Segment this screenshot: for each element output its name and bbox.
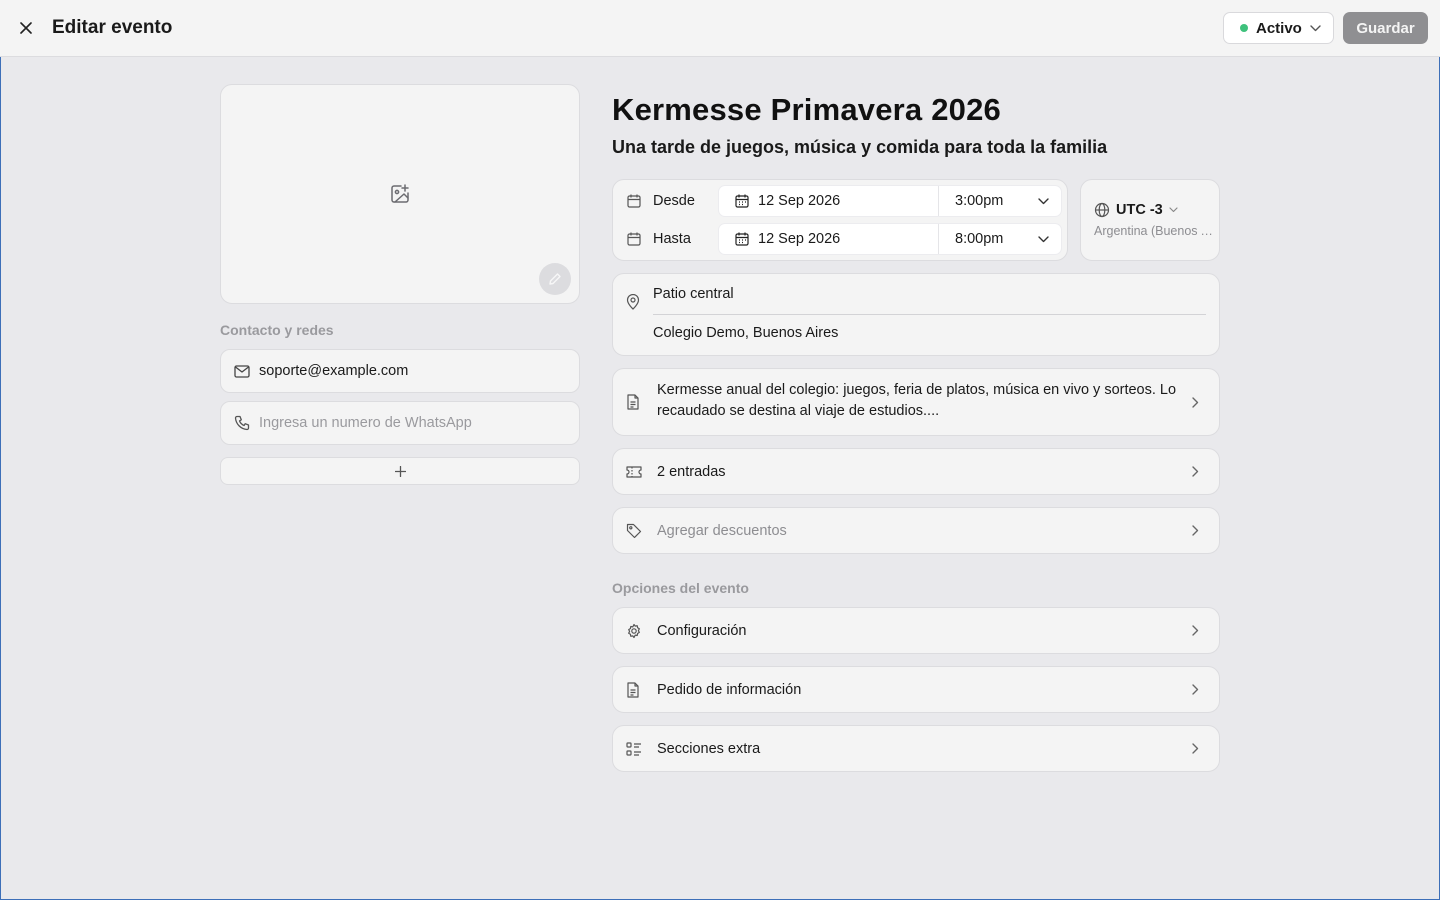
globe-icon xyxy=(1094,202,1110,218)
tickets-label: 2 entradas xyxy=(657,463,726,480)
event-image-upload[interactable] xyxy=(220,84,580,304)
from-datetime-input: 12 Sep 2026 3:00pm xyxy=(718,185,1062,217)
phone-icon xyxy=(234,415,250,431)
chevron-right-icon xyxy=(1192,625,1199,636)
whatsapp-placeholder: Ingresa un numero de WhatsApp xyxy=(259,415,472,431)
status-dot xyxy=(1240,24,1248,32)
to-time-value: 8:00pm xyxy=(955,231,1004,247)
chevron-down-icon xyxy=(1169,207,1178,213)
add-contact-button[interactable] xyxy=(220,457,580,485)
event-subtitle[interactable]: Una tarde de juegos, música y comida par… xyxy=(612,137,1107,158)
from-date-value: 12 Sep 2026 xyxy=(758,193,841,209)
chevron-right-icon xyxy=(1192,684,1199,695)
options-section-label: Opciones del evento xyxy=(612,580,749,596)
map-pin-icon xyxy=(626,294,640,310)
chevron-right-icon xyxy=(1192,743,1199,754)
timezone-value: UTC -3 xyxy=(1116,202,1163,218)
timezone-region: Argentina (Buenos Aires) xyxy=(1094,224,1214,238)
plus-icon xyxy=(394,465,406,477)
options-item-label: Configuración xyxy=(657,622,747,639)
options-item-configuracion[interactable]: Configuración xyxy=(612,607,1220,654)
contact-section-label: Contacto y redes xyxy=(220,322,334,338)
close-button[interactable] xyxy=(16,18,36,38)
options-item-secciones-extra[interactable]: Secciones extra xyxy=(612,725,1220,772)
to-time-select[interactable]: 8:00pm xyxy=(939,224,1061,254)
description-text: Kermesse anual del colegio: juegos, feri… xyxy=(657,382,1177,419)
from-time-select[interactable]: 3:00pm xyxy=(939,186,1061,216)
to-label: Hasta xyxy=(653,231,691,247)
to-datetime-input: 12 Sep 2026 8:00pm xyxy=(718,223,1062,255)
chevron-right-icon xyxy=(1192,525,1199,536)
close-icon xyxy=(20,22,32,34)
chevron-down-icon xyxy=(1310,24,1321,31)
from-date-input[interactable]: 12 Sep 2026 xyxy=(719,186,939,216)
ticket-icon xyxy=(626,465,642,478)
top-bar: Editar evento Activo Guardar xyxy=(0,0,1440,57)
calendar-icon xyxy=(627,232,641,246)
calendar-icon xyxy=(735,194,749,208)
add-image-icon xyxy=(391,184,409,203)
status-dropdown[interactable]: Activo xyxy=(1223,12,1334,44)
calendar-icon xyxy=(627,194,641,208)
whatsapp-field[interactable]: Ingresa un numero de WhatsApp xyxy=(220,401,580,445)
location-name-input[interactable]: Patio central xyxy=(653,286,734,302)
discounts-row[interactable]: Agregar descuentos xyxy=(612,507,1220,554)
location-address-input[interactable]: Colegio Demo, Buenos Aires xyxy=(653,325,838,341)
options-item-label: Pedido de información xyxy=(657,681,802,698)
chevron-down-icon xyxy=(1038,197,1049,204)
location-card: Patio central Colegio Demo, Buenos Aires xyxy=(612,273,1220,356)
email-value: soporte@example.com xyxy=(259,363,409,379)
timezone-row: UTC -3 xyxy=(1094,202,1178,218)
document-icon xyxy=(627,394,639,410)
date-range-card: Desde 12 Sep 2026 3:00pm Hasta 12 Sep 20… xyxy=(612,179,1068,261)
from-time-value: 3:00pm xyxy=(955,193,1004,209)
status-label: Activo xyxy=(1256,19,1302,37)
to-date-value: 12 Sep 2026 xyxy=(758,231,841,247)
calendar-icon xyxy=(735,232,749,246)
email-field[interactable]: soporte@example.com xyxy=(220,349,580,393)
edit-image-button[interactable] xyxy=(539,263,571,295)
chevron-right-icon xyxy=(1192,466,1199,477)
save-button[interactable]: Guardar xyxy=(1343,12,1428,44)
page-title: Editar evento xyxy=(52,17,173,38)
options-item-pedido-informacion[interactable]: Pedido de información xyxy=(612,666,1220,713)
gear-icon xyxy=(628,623,640,638)
options-item-label: Secciones extra xyxy=(657,740,761,757)
from-row-label: Desde xyxy=(627,193,695,209)
chevron-right-icon xyxy=(1192,396,1199,408)
location-divider xyxy=(653,314,1206,315)
tickets-row[interactable]: 2 entradas xyxy=(612,448,1220,495)
tag-icon xyxy=(626,523,642,538)
chevron-down-icon xyxy=(1038,235,1049,242)
event-title[interactable]: Kermesse Primavera 2026 xyxy=(612,92,1001,128)
to-date-input[interactable]: 12 Sep 2026 xyxy=(719,224,939,254)
document-icon xyxy=(627,681,639,698)
list-icon xyxy=(626,741,641,756)
from-label: Desde xyxy=(653,193,695,209)
description-row[interactable]: Kermesse anual del colegio: juegos, feri… xyxy=(612,368,1220,436)
mail-icon xyxy=(234,364,250,378)
pencil-icon xyxy=(549,273,561,285)
discounts-placeholder: Agregar descuentos xyxy=(657,522,787,539)
to-row-label: Hasta xyxy=(627,231,691,247)
timezone-selector[interactable]: UTC -3 Argentina (Buenos Aires) xyxy=(1080,179,1220,261)
